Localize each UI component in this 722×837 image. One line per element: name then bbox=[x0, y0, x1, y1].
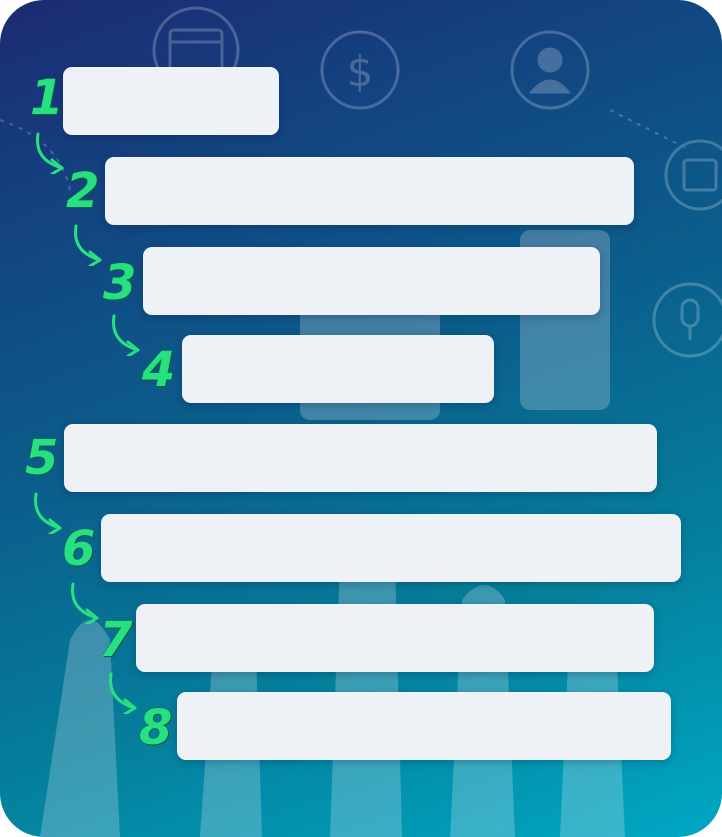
step-number-3: 3 bbox=[103, 255, 137, 311]
step-box-2 bbox=[105, 157, 634, 225]
user-icon bbox=[510, 30, 590, 110]
arrow-5-to-6-icon bbox=[34, 492, 62, 534]
arrow-6-to-7-icon bbox=[71, 582, 99, 624]
step-number-4: 4 bbox=[142, 342, 176, 398]
svg-text:$: $ bbox=[347, 47, 374, 96]
step-number-8: 8 bbox=[139, 700, 173, 756]
step-box-5 bbox=[64, 424, 657, 492]
step-number-1: 1 bbox=[30, 70, 64, 126]
arrow-3-to-4-icon bbox=[112, 314, 140, 356]
step-box-4 bbox=[182, 335, 494, 403]
step-number-5: 5 bbox=[25, 430, 59, 486]
calendar-small-icon bbox=[664, 139, 722, 211]
step-box-3 bbox=[143, 247, 600, 315]
steps-card: $ 1 2 3 4 5 6 7 8 bbox=[0, 0, 722, 837]
step-box-6 bbox=[101, 514, 681, 582]
step-box-8 bbox=[177, 692, 671, 760]
step-box-1 bbox=[63, 67, 279, 135]
step-box-7 bbox=[136, 604, 654, 672]
arrow-1-to-2-icon bbox=[36, 132, 64, 174]
arrow-2-to-3-icon bbox=[74, 224, 102, 266]
dollar-icon: $ bbox=[320, 30, 400, 110]
microphone-icon bbox=[652, 282, 722, 358]
step-number-2: 2 bbox=[66, 163, 100, 219]
arrow-7-to-8-icon bbox=[109, 672, 137, 714]
